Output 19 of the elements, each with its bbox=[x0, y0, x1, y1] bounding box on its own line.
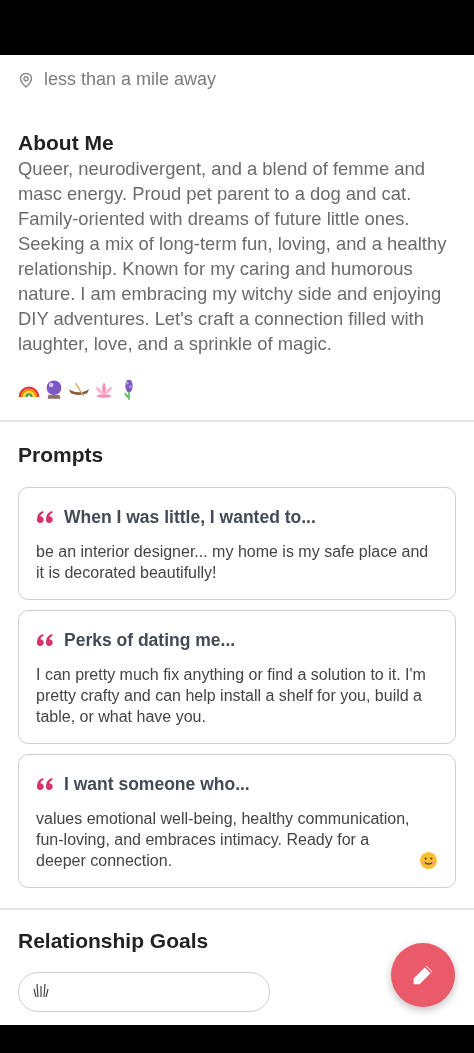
lotus-icon bbox=[93, 380, 115, 400]
prompt-question: Perks of dating me... bbox=[64, 630, 236, 651]
profile-detail: less than a mile away bbox=[44, 69, 217, 90]
smiley-icon bbox=[419, 851, 438, 870]
prompt-question: I want someone who... bbox=[64, 774, 250, 795]
about-text: Queer, neurodivergent, and a blend of femme and masc energy. Proud pet parent to a dog and cat. Family-oriented with dreams of future little ones. Seeking a mix of long-term fun, loving, and a healthy relationship. Known for my caring and humorous nature. I am embracing my witchy side and enjoying DIY adventures. Let's craft a connection filled with laughter, love, and a sprinkle of magic. bbox=[18, 157, 448, 356]
prompt-answer: I can pretty much fix anything or find a solution to it. I'm pretty crafty and can help install a shelf for you, build a table, or what have you. bbox=[36, 665, 427, 727]
edit-button[interactable] bbox=[391, 943, 455, 1007]
sparkle-icon bbox=[33, 983, 49, 997]
quote-icon bbox=[36, 634, 54, 647]
quote-icon bbox=[36, 511, 54, 524]
prompt-question: When I was little, I wanted to... bbox=[64, 507, 316, 528]
section-heading: Relationship Goals bbox=[18, 928, 210, 954]
location-pin-icon bbox=[18, 71, 34, 88]
quote-icon bbox=[36, 778, 54, 791]
section-heading: About Me bbox=[18, 130, 115, 156]
section-heading: Prompts bbox=[18, 442, 105, 468]
prompt-answer: be an interior designer... my home is my safe place and it is decorated beautifully! bbox=[36, 542, 430, 583]
prompt-answer: values emotional well-being, healthy communication, fun-loving, and embraces intimacy. Ready for a deeper connection. bbox=[36, 809, 411, 871]
